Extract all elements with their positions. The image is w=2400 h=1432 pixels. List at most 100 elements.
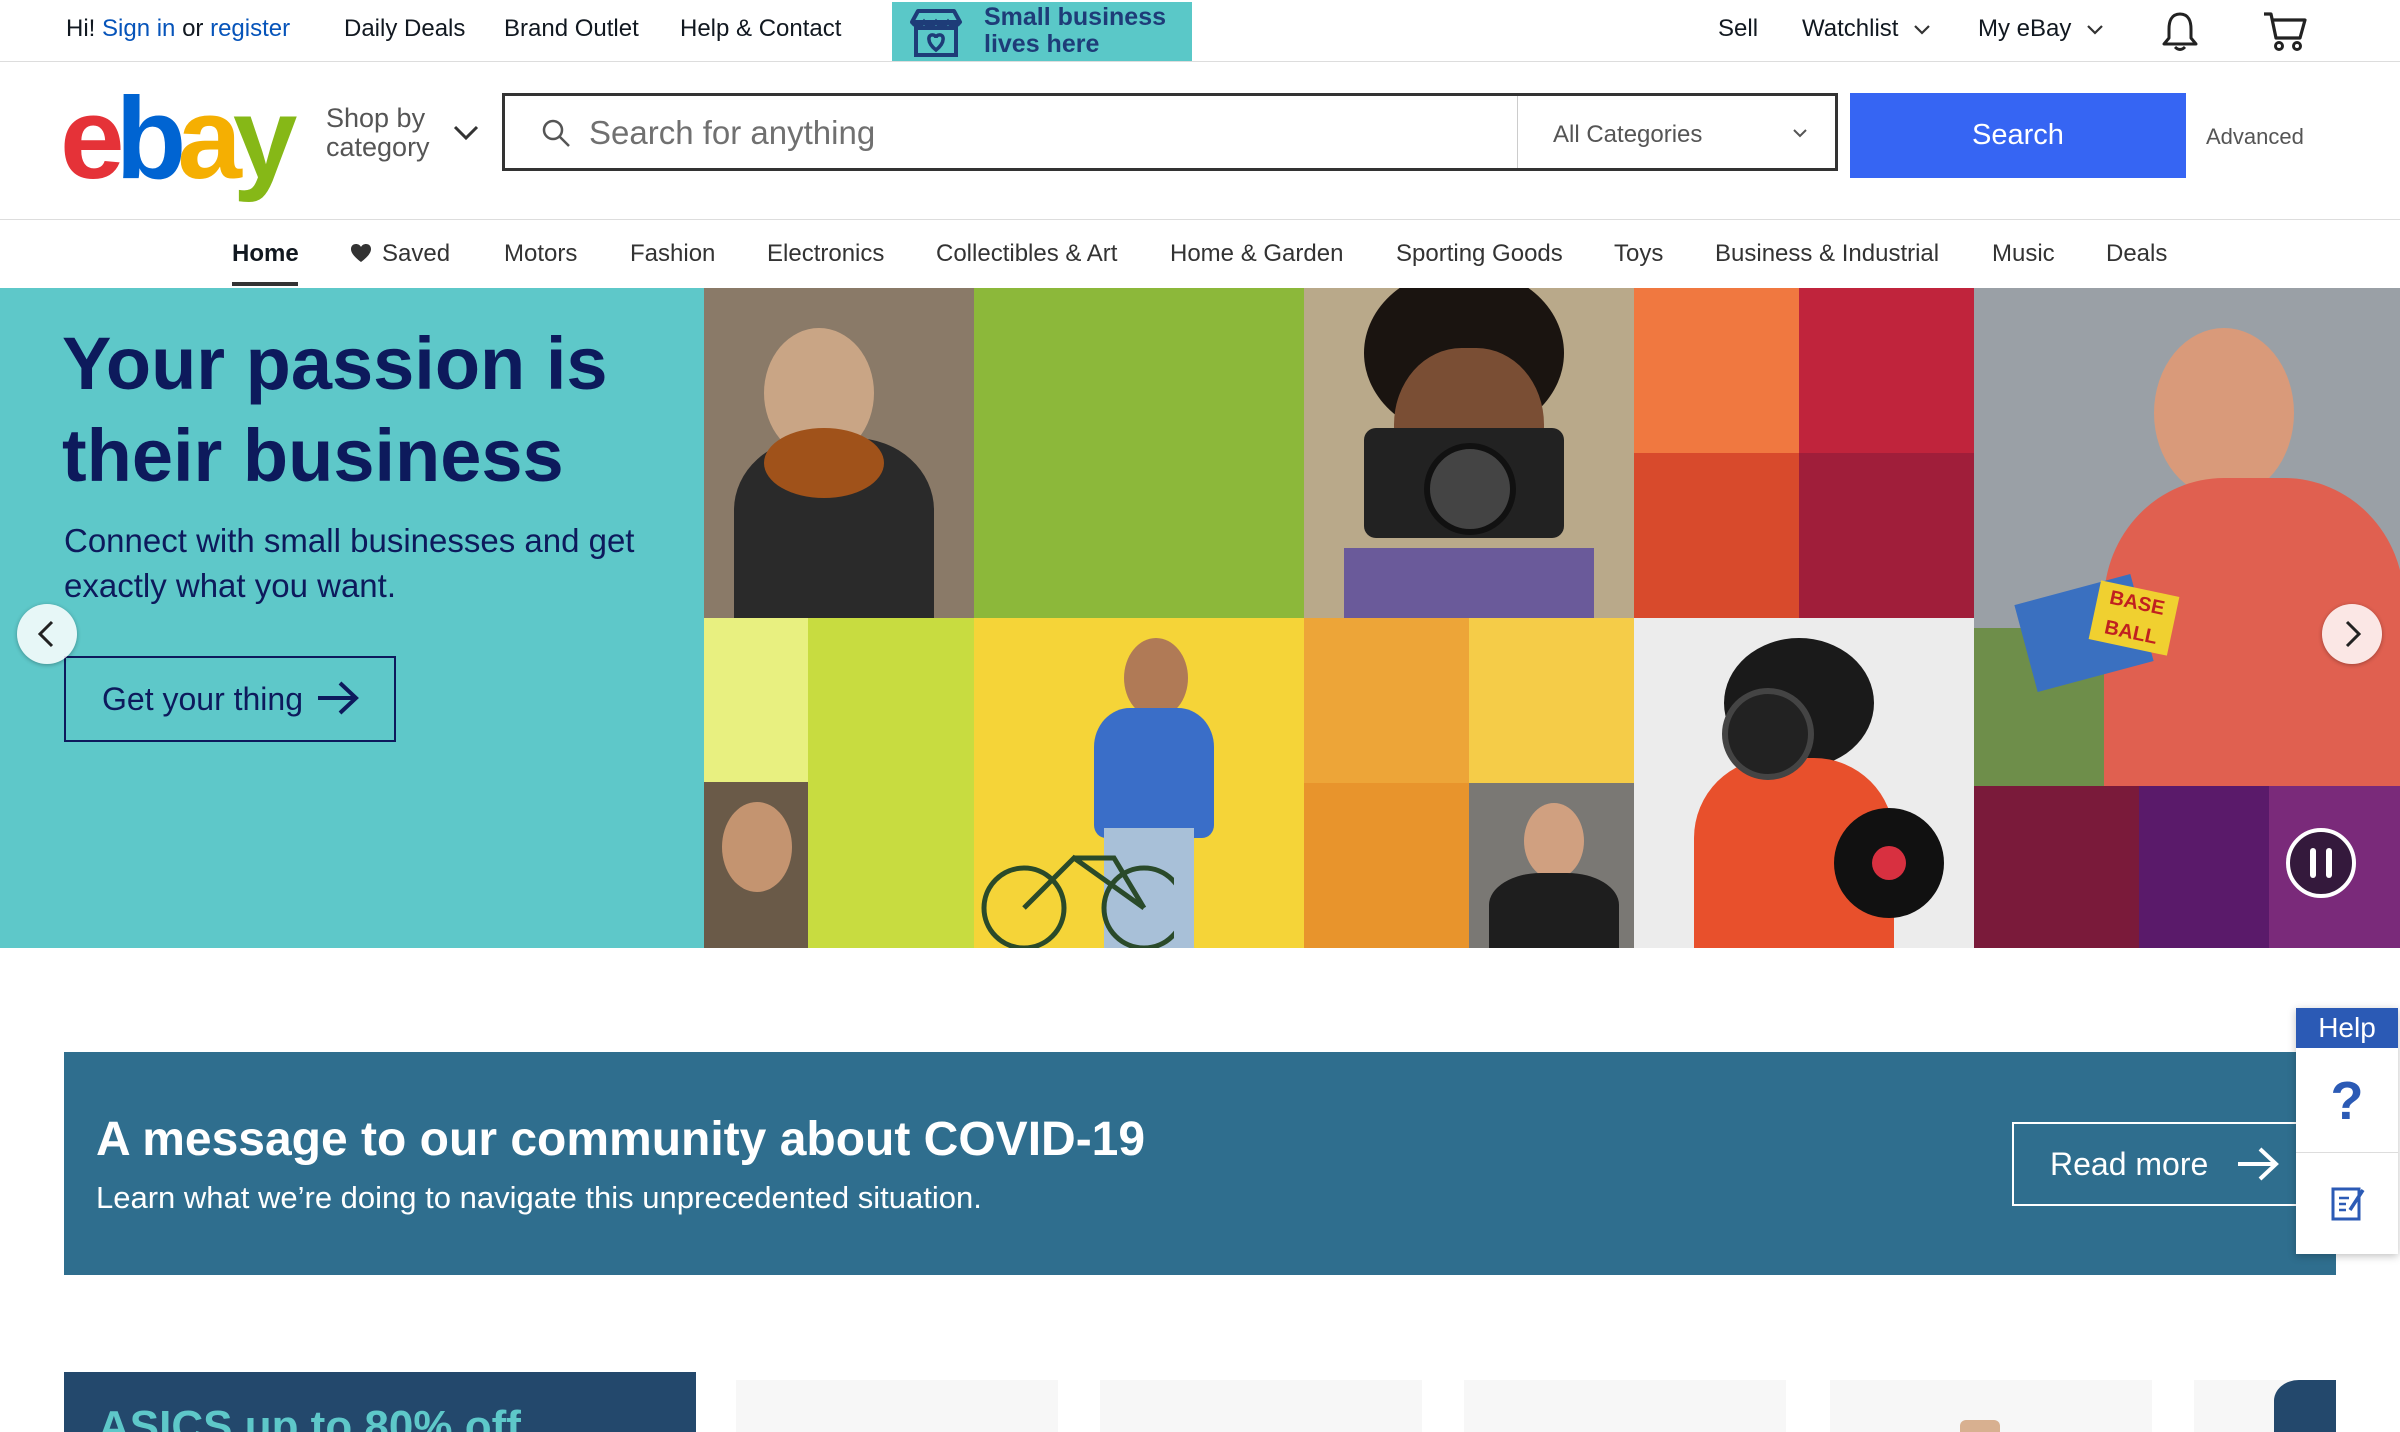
help-contact-link[interactable]: Help & Contact: [680, 15, 841, 43]
bicycle-image: [981, 854, 1174, 948]
greeting-text: Hi! Sign in or register: [66, 15, 290, 43]
collage-tile-baseball-cards: BASE BALL: [1974, 288, 2400, 788]
collage-tile-dark-orange: [1634, 453, 1799, 618]
nav-item-sporting-goods[interactable]: Sporting Goods: [1396, 240, 1563, 268]
collage-tile-dark-amber: [1304, 783, 1469, 948]
collage-tile-gold: [1469, 618, 1634, 783]
nav-item-home[interactable]: Home: [232, 240, 299, 268]
cart-icon[interactable]: [2262, 10, 2308, 52]
logo-letter-a: a: [177, 73, 241, 203]
advanced-search-link[interactable]: Advanced: [2206, 124, 2304, 150]
my-ebay-menu[interactable]: My eBay: [1978, 15, 2104, 43]
promo-card-image: [2274, 1380, 2336, 1432]
nav-item-business-industrial[interactable]: Business & Industrial: [1715, 240, 1939, 268]
carousel-pause-button[interactable]: [2286, 828, 2356, 898]
collage-tile-lime: [808, 618, 974, 948]
carousel-next-button[interactable]: [2322, 604, 2382, 664]
nav-item-electronics[interactable]: Electronics: [767, 240, 884, 268]
shop-by-line-1: Shop by: [326, 103, 426, 133]
promo-card[interactable]: [1830, 1380, 2152, 1432]
brand-outlet-link[interactable]: Brand Outlet: [504, 15, 639, 43]
promo-card[interactable]: [1464, 1380, 1786, 1432]
chevron-right-icon: [2345, 620, 2362, 648]
my-ebay-label: My eBay: [1978, 15, 2072, 42]
search-input[interactable]: [587, 110, 1491, 156]
chevron-down-icon: [2087, 24, 2103, 35]
greeting-label: Hi!: [66, 15, 96, 42]
collage-tile-orange: [1634, 288, 1799, 453]
shop-by-category-button[interactable]: Shop by category: [326, 104, 446, 162]
collage-tile-purple: [2139, 786, 2269, 948]
shop-by-line-2: category: [326, 132, 430, 162]
get-your-thing-label: Get your thing: [102, 680, 303, 717]
search-icon: [542, 119, 570, 147]
collage-tile-workshop: [1469, 783, 1634, 948]
header: ebay Shop by category All Categories Sea…: [0, 62, 2400, 220]
collage-tile-artisan: [704, 782, 808, 948]
heart-icon: [351, 244, 371, 262]
nav-item-fashion[interactable]: Fashion: [630, 240, 715, 268]
collage-tile-vinyl: [1634, 618, 1974, 948]
logo-letter-y: y: [232, 73, 297, 203]
feedback-button[interactable]: [2296, 1154, 2398, 1254]
small-business-promo-banner[interactable]: Small business lives here: [892, 2, 1192, 61]
promo-card[interactable]: [1100, 1380, 1422, 1432]
watchlist-label: Watchlist: [1802, 15, 1899, 42]
hero-title: Your passion is their business: [62, 322, 608, 497]
bell-icon[interactable]: [2160, 10, 2200, 52]
category-select[interactable]: All Categories: [1517, 96, 1835, 168]
arrow-right-icon: [2238, 1147, 2279, 1181]
get-your-thing-button[interactable]: Get your thing: [64, 656, 396, 742]
help-widget: Help ?: [2296, 1008, 2398, 1254]
hero-subtitle: Connect with small businesses and get ex…: [64, 522, 635, 604]
daily-deals-link[interactable]: Daily Deals: [344, 15, 465, 43]
nav-item-deals[interactable]: Deals: [2106, 240, 2167, 268]
nav-item-motors[interactable]: Motors: [504, 240, 577, 268]
nav-item-home-garden[interactable]: Home & Garden: [1170, 240, 1343, 268]
collage-tile-crimson: [1799, 453, 1974, 618]
collage-tile-cyclist: [974, 618, 1304, 948]
chevron-left-icon: [37, 620, 54, 648]
collage-tile-amber: [1304, 618, 1469, 783]
sign-in-link[interactable]: Sign in: [102, 15, 175, 42]
arrow-right-icon: [318, 681, 359, 715]
storefront-icon: [910, 9, 962, 57]
nav-item-toys[interactable]: Toys: [1614, 240, 1663, 268]
pause-icon: [2310, 848, 2332, 878]
ebay-logo[interactable]: ebay: [60, 80, 297, 196]
asics-promo-banner[interactable]: ASICS up to 80% off: [64, 1372, 696, 1432]
promo-card[interactable]: [736, 1380, 1058, 1432]
feedback-form-icon: [2331, 1187, 2365, 1221]
promo-card[interactable]: [2194, 1380, 2336, 1432]
sell-link[interactable]: Sell: [1718, 15, 1758, 43]
carousel-prev-button[interactable]: [17, 604, 77, 664]
or-label: or: [182, 15, 204, 42]
covid-title: A message to our community about COVID-1…: [96, 1113, 1146, 1166]
hero-image-collage: BASE BALL: [704, 288, 2400, 948]
search-bar: All Categories: [502, 93, 1838, 171]
logo-letter-b: b: [115, 73, 187, 203]
chevron-down-icon[interactable]: [452, 124, 480, 142]
nav-item-saved[interactable]: Saved: [350, 240, 450, 268]
nav-active-indicator: [232, 282, 298, 286]
collage-tile-maroon: [1974, 786, 2139, 948]
search-button[interactable]: Search: [1850, 93, 2186, 178]
collage-tile-camera: [1304, 288, 1634, 628]
watchlist-menu[interactable]: Watchlist: [1802, 15, 1931, 43]
chevron-down-icon: [1793, 129, 1807, 138]
help-question-button[interactable]: ?: [2296, 1050, 2398, 1153]
category-select-value: All Categories: [1553, 121, 1703, 148]
read-more-label: Read more: [2050, 1145, 2209, 1182]
nav-item-collectibles-art[interactable]: Collectibles & Art: [936, 240, 1117, 268]
register-link[interactable]: register: [210, 15, 290, 42]
promo-line-1: Small business: [984, 3, 1167, 31]
read-more-button[interactable]: Read more: [2012, 1122, 2302, 1206]
collage-tile-red: [1799, 288, 1974, 453]
logo-letter-e: e: [60, 73, 124, 203]
top-bar: Hi! Sign in or register Daily Deals Bran…: [0, 0, 2400, 62]
hero-carousel: Your passion is their business Connect w…: [0, 288, 2400, 948]
nav-item-music[interactable]: Music: [1992, 240, 2055, 268]
asics-promo-text: ASICS up to 80% off: [98, 1402, 521, 1432]
chevron-down-icon: [1914, 24, 1930, 35]
help-tab[interactable]: Help: [2296, 1008, 2398, 1048]
